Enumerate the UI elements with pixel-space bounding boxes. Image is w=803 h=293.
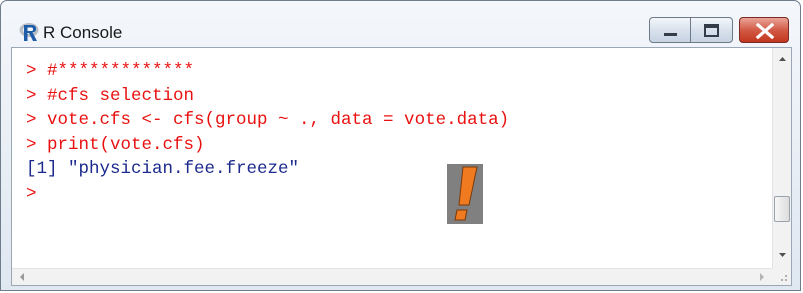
title-bar[interactable]: R Console — [1, 1, 800, 43]
resize-grip[interactable] — [772, 268, 791, 285]
scroll-up-arrow-icon[interactable] — [773, 48, 792, 70]
window-title: R Console — [43, 23, 123, 42]
console-line: [1] "physician.fee.freeze" — [26, 159, 300, 179]
scroll-left-arrow-icon[interactable] — [12, 269, 32, 285]
vertical-scrollbar[interactable] — [772, 48, 791, 269]
close-button[interactable] — [739, 17, 789, 43]
scroll-right-arrow-icon[interactable] — [752, 269, 772, 285]
console-area[interactable]: > #************* > #cfs selection > vote… — [11, 47, 792, 286]
resize-grip-icon — [781, 275, 787, 281]
exclamation-icon — [454, 166, 478, 221]
console-line: > vote.cfs <- cfs(group ~ ., data = vote… — [26, 110, 510, 130]
minimize-button[interactable] — [649, 17, 691, 43]
console-output[interactable]: > #************* > #cfs selection > vote… — [12, 48, 773, 269]
r-logo-icon — [19, 23, 39, 41]
console-line: > print(vote.cfs) — [26, 134, 205, 155]
console-prompt[interactable]: > — [26, 182, 773, 207]
maximize-button[interactable] — [691, 17, 733, 43]
console-line: > #************* — [26, 61, 195, 81]
close-icon — [755, 22, 775, 40]
console-line: > #cfs selection — [26, 85, 195, 106]
exclamation-overlay — [447, 164, 483, 224]
scroll-down-arrow-icon[interactable] — [773, 244, 792, 266]
vertical-scroll-thumb[interactable] — [774, 196, 790, 222]
maximize-icon — [704, 24, 719, 37]
r-console-window: R Console > #************* > #cfs select… — [0, 0, 801, 291]
minimize-icon — [664, 33, 677, 36]
horizontal-scrollbar[interactable] — [12, 268, 773, 285]
